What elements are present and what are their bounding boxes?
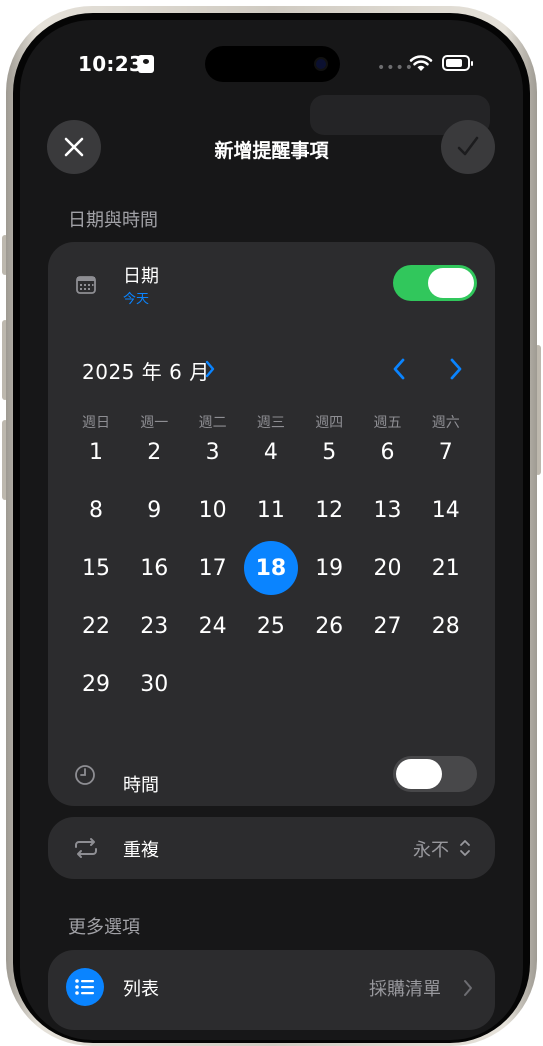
calendar-day-number: 13 [373, 497, 402, 523]
calendar-day-number: 15 [82, 555, 110, 581]
month-year-title[interactable]: 2025 年 6 月 [82, 356, 210, 385]
calendar-day[interactable]: 25 [242, 598, 300, 656]
calendar-day-number: 12 [315, 497, 344, 523]
calendar-day-number: 7 [438, 439, 453, 465]
repeat-row[interactable]: 重複 永不 [48, 817, 495, 879]
calendar-day-number: 1 [89, 439, 103, 465]
calendar-day-number: 3 [205, 439, 220, 465]
calendar-day[interactable]: 4 [242, 423, 300, 481]
calendar-day[interactable]: 26 [300, 598, 358, 656]
calendar-day[interactable]: 17 [184, 539, 242, 597]
chevron-up-down-icon [460, 840, 470, 856]
calendar-day-number: 9 [147, 497, 162, 523]
battery-icon [442, 55, 473, 71]
calendar-day[interactable]: 7 [417, 423, 475, 481]
calendar-day-number: 5 [322, 439, 337, 465]
calendar-day[interactable]: 2 [125, 423, 183, 481]
repeat-value[interactable]: 永不 [413, 836, 449, 862]
calendar-day[interactable]: 27 [359, 598, 417, 656]
date-label: 日期 [123, 266, 159, 287]
calendar-day[interactable]: 8 [67, 481, 125, 539]
calendar-day[interactable]: 23 [125, 598, 183, 656]
calendar-day[interactable]: 30 [125, 656, 183, 714]
calendar-day-number: 11 [256, 497, 285, 523]
date-toggle[interactable] [393, 265, 477, 301]
wifi-icon [409, 55, 433, 71]
calendar-day-number: 17 [198, 555, 227, 581]
screen: 10:23 •••• 新增提醒事項 日期與時間 日期 今天 2025 年 6 月… [20, 20, 523, 1040]
calendar-day-number: 21 [431, 555, 460, 581]
calendar-day-number: 2 [147, 439, 162, 465]
calendar-icon [76, 276, 96, 294]
calendar-day[interactable]: 20 [359, 539, 417, 597]
calendar-day[interactable]: 19 [300, 539, 358, 597]
calendar-day-number: 18 [255, 555, 287, 581]
clock-icon [75, 765, 95, 785]
calendar-day[interactable]: 24 [184, 598, 242, 656]
toggle-knob [428, 268, 474, 298]
calendar-day[interactable]: 6 [359, 423, 417, 481]
calendar-day-number: 25 [256, 614, 285, 640]
id-badge-icon [138, 55, 154, 73]
section-date-time: 日期與時間 [68, 210, 158, 231]
next-month-button[interactable] [448, 357, 464, 381]
date-time-card: 日期 今天 2025 年 6 月 週日 週一 週二 週三 週四 週五 週六 12345678… [48, 242, 495, 806]
calendar-day[interactable]: 3 [184, 423, 242, 481]
repeat-label: 重複 [123, 840, 159, 861]
checkmark-icon [457, 136, 479, 156]
calendar-day[interactable]: 29 [67, 656, 125, 714]
calendar-day[interactable]: 28 [417, 598, 475, 656]
chevron-right-icon [464, 980, 472, 996]
calendar-day-selected[interactable]: 18 [242, 539, 300, 597]
toggle-knob [396, 759, 442, 789]
list-bullet-icon [66, 968, 104, 1006]
phone-device: 10:23 •••• 新增提醒事項 日期與時間 日期 今天 2025 年 6 月… [0, 0, 543, 1046]
calendar-day-number: 10 [198, 497, 227, 523]
time-label: 時間 [123, 775, 159, 796]
calendar-day-number: 14 [431, 497, 460, 523]
calendar-day-number: 19 [315, 555, 344, 581]
calendar-day[interactable]: 12 [300, 481, 358, 539]
date-value[interactable]: 今天 [123, 288, 149, 307]
time-toggle[interactable] [393, 756, 477, 792]
calendar-day-number: 28 [431, 614, 460, 640]
calendar-day[interactable]: 13 [359, 481, 417, 539]
calendar-day[interactable]: 5 [300, 423, 358, 481]
calendar-day[interactable]: 21 [417, 539, 475, 597]
calendar-day[interactable]: 9 [125, 481, 183, 539]
calendar-day[interactable]: 16 [125, 539, 183, 597]
calendar-day-number: 20 [373, 555, 402, 581]
list-value[interactable]: 採購清單 [369, 975, 441, 1001]
calendar-day[interactable]: 10 [184, 481, 242, 539]
calendar-day-number: 23 [140, 614, 169, 640]
camera-icon [316, 59, 326, 69]
calendar-day-number: 27 [373, 614, 402, 640]
calendar-day-number: 6 [380, 439, 395, 465]
calendar-day[interactable]: 11 [242, 481, 300, 539]
calendar-day-number: 26 [315, 614, 344, 640]
calendar-day-number: 16 [140, 555, 169, 581]
confirm-button[interactable] [441, 120, 495, 174]
calendar-day-number: 8 [89, 497, 103, 523]
calendar-day-number: 29 [82, 672, 110, 698]
calendar-day[interactable]: 1 [67, 423, 125, 481]
previous-month-button[interactable] [391, 357, 407, 381]
list-label: 列表 [123, 979, 159, 1000]
calendar-day-number: 24 [198, 614, 227, 640]
repeat-icon [75, 838, 97, 858]
calendar-day[interactable]: 14 [417, 481, 475, 539]
calendar-day-number: 4 [263, 439, 278, 465]
calendar-day-number: 22 [82, 614, 110, 640]
status-time: 10:23 [78, 52, 144, 76]
chevron-right-icon[interactable] [204, 360, 216, 378]
calendar-day-number: 30 [140, 672, 169, 698]
calendar-day[interactable]: 15 [67, 539, 125, 597]
list-row[interactable]: 列表 採購清單 [48, 950, 495, 1030]
calendar-day[interactable]: 22 [67, 598, 125, 656]
section-more-options: 更多選項 [68, 917, 140, 938]
